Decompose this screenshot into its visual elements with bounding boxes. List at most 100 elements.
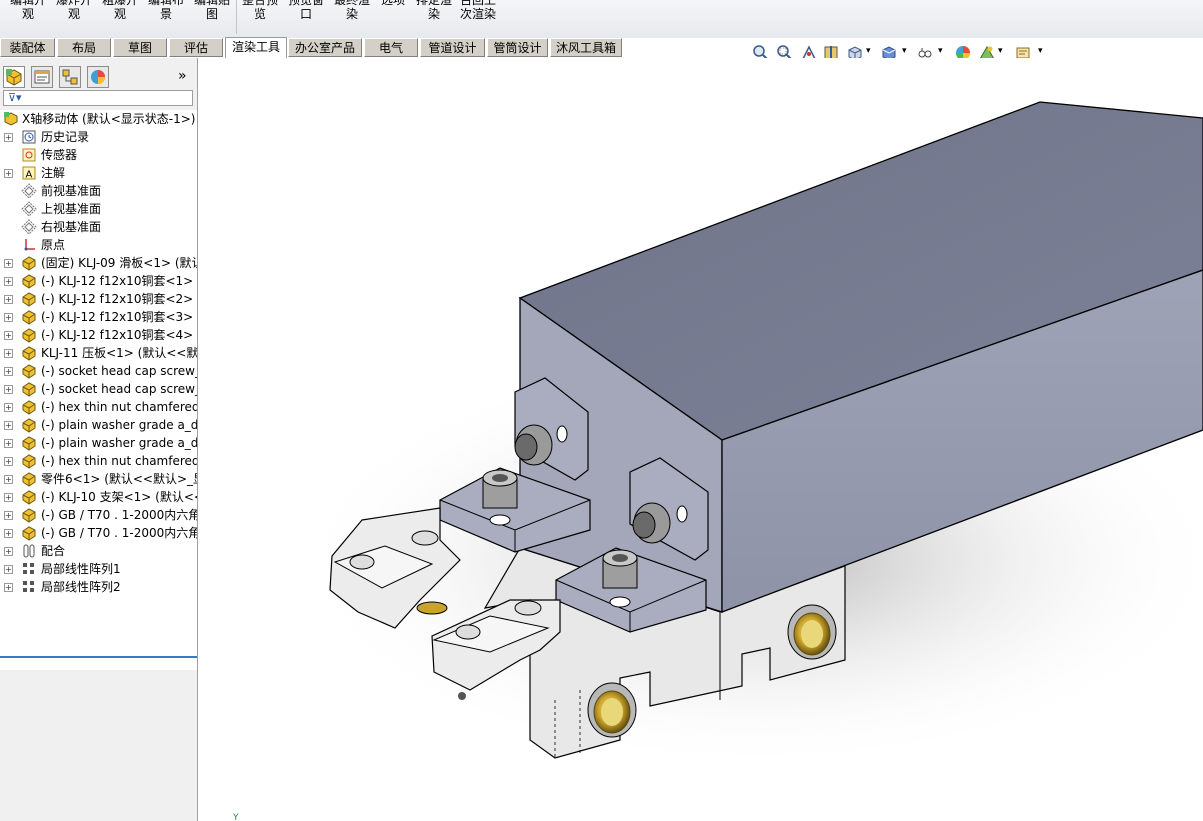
tree-item[interactable]: + (-) KLJ-12 f12x10铜套<3> ( — [0, 308, 197, 326]
tree-item-label: (-) plain washer grade a_d — [41, 418, 197, 432]
part-icon — [22, 472, 36, 487]
tree-item[interactable]: + (固定) KLJ-09 滑板<1> (默认 — [0, 254, 197, 272]
expand-plus-icon[interactable]: + — [4, 547, 13, 556]
tree-item[interactable]: + (-) KLJ-10 支架<1> (默认<< — [0, 488, 197, 506]
tab-render-tools[interactable]: 渲染工具 — [225, 37, 287, 58]
tree-item-label: 前视基准面 — [41, 184, 102, 198]
expand-plus-icon[interactable]: + — [4, 511, 13, 520]
ribbon-button-schedule-render[interactable]: 排定渲 染 — [412, 0, 456, 21]
ribbon-button-integrated-preview[interactable]: 整合预 览 — [238, 0, 282, 21]
plane-icon — [21, 183, 37, 199]
part-icon — [22, 346, 36, 361]
tree-item-label: (固定) KLJ-09 滑板<1> (默认 — [41, 256, 197, 270]
ribbon-button-rough-appearance[interactable]: 粗爆开 观 — [98, 0, 142, 21]
chevron-down-icon[interactable]: ▾ — [902, 46, 907, 56]
tree-item[interactable]: + 局部线性阵列1 — [0, 560, 197, 578]
tree-item[interactable]: 右视基准面 — [0, 218, 197, 236]
ribbon-separator — [236, 0, 237, 34]
configuration-manager-tab[interactable] — [59, 66, 81, 88]
chevron-down-icon[interactable]: ▾ — [998, 46, 1003, 56]
chevron-down-icon[interactable]: ▾ — [938, 46, 943, 56]
tab-sketch[interactable]: 草图 — [113, 38, 167, 57]
tree-item-label: (-) socket head cap screw_ — [41, 382, 197, 396]
property-manager-tab[interactable] — [31, 66, 53, 88]
expand-plus-icon[interactable]: + — [4, 493, 13, 502]
plane-icon — [21, 201, 37, 217]
ribbon-button-preview-window[interactable]: 预览窗 口 — [284, 0, 328, 21]
display-manager-tab[interactable] — [87, 66, 109, 88]
expand-plus-icon[interactable]: + — [4, 367, 13, 376]
ribbon-button-edit-scene[interactable]: 编辑布 景 — [144, 0, 188, 21]
expand-plus-icon[interactable]: + — [4, 583, 13, 592]
expand-plus-icon[interactable]: + — [4, 277, 13, 286]
expand-plus-icon[interactable]: + — [4, 457, 13, 466]
tree-item[interactable]: 原点 — [0, 236, 197, 254]
expand-plus-icon[interactable]: + — [4, 403, 13, 412]
tree-item[interactable]: 前视基准面 — [0, 182, 197, 200]
tree-item-label: 原点 — [41, 238, 66, 252]
tab-mufeng-toolbox[interactable]: 沐风工具箱 — [550, 38, 622, 57]
ribbon-button-edit-decal[interactable]: 编辑贴 图 — [190, 0, 234, 21]
tree-item[interactable]: + (-) hex thin nut chamfered — [0, 452, 197, 470]
tree-item[interactable]: + (-) KLJ-12 f12x10铜套<2> ( — [0, 290, 197, 308]
expand-plus-icon[interactable]: + — [4, 331, 13, 340]
feature-manager-tab[interactable] — [3, 66, 25, 88]
tab-layout[interactable]: 布局 — [57, 38, 111, 57]
feature-manager-panel: » ⊽▾ X轴移动体 (默认<显示状态-1>) + 历史记录 传感器 + A 注解前视基准… — [0, 58, 198, 821]
expand-plus-icon[interactable]: + — [4, 385, 13, 394]
tree-item[interactable]: + KLJ-11 压板<1> (默认<<默 — [0, 344, 197, 362]
expand-plus-icon[interactable]: + — [4, 529, 13, 538]
ribbon-button-options[interactable]: 选项 — [376, 0, 410, 7]
tab-piping[interactable]: 管道设计 — [420, 38, 485, 57]
expand-plus-icon[interactable]: + — [4, 349, 13, 358]
expand-plus-icon[interactable]: + — [4, 295, 13, 304]
tree-item[interactable]: + (-) KLJ-12 f12x10铜套<4> ( — [0, 326, 197, 344]
tree-root-assembly[interactable]: X轴移动体 (默认<显示状态-1>) — [0, 110, 197, 128]
ribbon-button-recall-last-render[interactable]: 召回上 次渲染 — [458, 0, 498, 21]
tree-item-label: 局部线性阵列2 — [41, 580, 121, 594]
ribbon-button-edit-appearance[interactable]: 编辑开 观 — [6, 0, 50, 21]
tree-item[interactable]: + 历史记录 — [0, 128, 197, 146]
chevron-down-icon[interactable]: ▾ — [866, 46, 871, 56]
tree-item[interactable]: + (-) hex thin nut chamfered — [0, 398, 197, 416]
tree-item-label: 上视基准面 — [41, 202, 102, 216]
expand-plus-icon[interactable]: + — [4, 313, 13, 322]
tab-electrical[interactable]: 电气 — [364, 38, 418, 57]
graphics-viewport[interactable]: Y — [198, 58, 1203, 821]
tree-item[interactable]: + (-) socket head cap screw_ — [0, 380, 197, 398]
tab-evaluate[interactable]: 评估 — [169, 38, 223, 57]
tab-assembly[interactable]: 装配体 — [0, 38, 55, 57]
tree-item[interactable]: + (-) plain washer grade a_d — [0, 434, 197, 452]
part-icon — [22, 526, 36, 541]
tree-item[interactable]: + 零件6<1> (默认<<默认>_显 — [0, 470, 197, 488]
tree-item-label: (-) GB / T70 . 1-2000内六角 — [41, 526, 197, 540]
expand-plus-icon[interactable]: + — [4, 475, 13, 484]
expand-plus-icon[interactable]: + — [4, 259, 13, 268]
tree-item[interactable]: + 配合 — [0, 542, 197, 560]
tree-filter-input[interactable]: ⊽▾ — [3, 90, 193, 106]
chevron-down-icon[interactable]: ▾ — [1038, 46, 1043, 56]
axis-y-label: Y — [232, 813, 239, 821]
tree-item[interactable]: + (-) socket head cap screw_ — [0, 362, 197, 380]
expand-plus-icon[interactable]: + — [4, 439, 13, 448]
tree-item-label: 配合 — [41, 544, 66, 558]
tree-item[interactable]: + (-) GB / T70 . 1-2000内六角 — [0, 506, 197, 524]
expand-plus-icon[interactable]: + — [4, 133, 13, 142]
tree-rollback-bar[interactable] — [0, 656, 197, 658]
tree-item[interactable]: 上视基准面 — [0, 200, 197, 218]
tree-item[interactable]: + A 注解 — [0, 164, 197, 182]
panel-expand-icon[interactable]: » — [178, 68, 187, 84]
expand-plus-icon[interactable]: + — [4, 421, 13, 430]
part-icon — [22, 436, 36, 451]
tree-item[interactable]: + (-) GB / T70 . 1-2000内六角 — [0, 524, 197, 542]
expand-plus-icon[interactable]: + — [4, 169, 13, 178]
ribbon-button-final-render[interactable]: 最终渲 染 — [330, 0, 374, 21]
tree-item[interactable]: + (-) KLJ-12 f12x10铜套<1> ( — [0, 272, 197, 290]
tab-tubing[interactable]: 管筒设计 — [487, 38, 548, 57]
expand-plus-icon[interactable]: + — [4, 565, 13, 574]
tree-item[interactable]: + (-) plain washer grade a_d — [0, 416, 197, 434]
tab-office-products[interactable]: 办公室产品 — [288, 38, 362, 57]
tree-item[interactable]: + 局部线性阵列2 — [0, 578, 197, 596]
tree-item[interactable]: 传感器 — [0, 146, 197, 164]
ribbon-button-explode-appearance[interactable]: 爆炸开 观 — [52, 0, 96, 21]
